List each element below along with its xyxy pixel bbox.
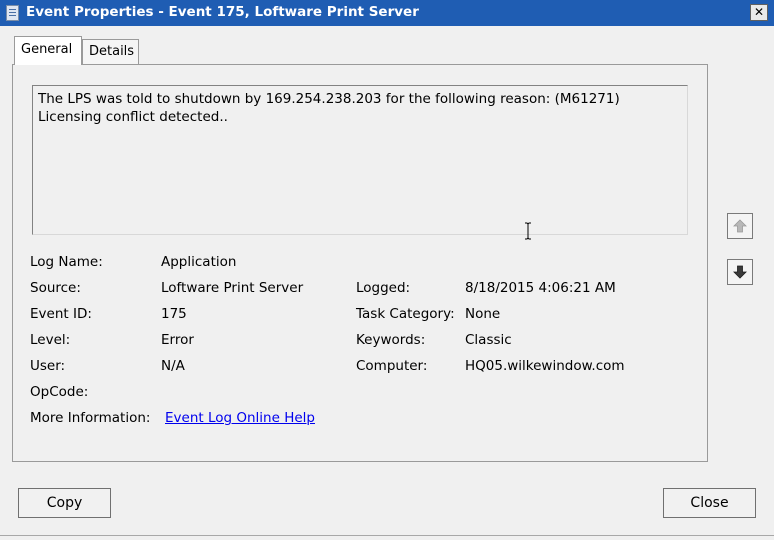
keywords-label: Keywords: bbox=[356, 332, 426, 348]
event-description[interactable]: The LPS was told to shutdown by 169.254.… bbox=[32, 85, 688, 235]
close-button[interactable]: Close bbox=[663, 488, 756, 518]
copy-button[interactable]: Copy bbox=[18, 488, 111, 518]
log-name-label: Log Name: bbox=[30, 254, 103, 270]
source-value: Loftware Print Server bbox=[161, 280, 304, 296]
general-panel: The LPS was told to shutdown by 169.254.… bbox=[12, 64, 708, 462]
arrow-up-icon bbox=[733, 219, 747, 233]
user-label: User: bbox=[30, 358, 66, 374]
window-title: Event Properties - Event 175, Loftware P… bbox=[26, 4, 419, 20]
event-id-value: 175 bbox=[161, 306, 187, 322]
source-label: Source: bbox=[30, 280, 81, 296]
more-information-label: More Information: bbox=[30, 410, 151, 426]
task-category-value: None bbox=[465, 306, 501, 322]
arrow-down-icon bbox=[733, 265, 747, 279]
next-event-button[interactable] bbox=[727, 259, 753, 285]
event-log-online-help-link[interactable]: Event Log Online Help bbox=[165, 410, 315, 426]
task-category-label: Task Category: bbox=[356, 306, 455, 322]
title-bar: Event Properties - Event 175, Loftware P… bbox=[0, 0, 774, 26]
keywords-value: Classic bbox=[465, 332, 512, 348]
tab-general[interactable]: General bbox=[14, 36, 82, 65]
event-viewer-icon bbox=[6, 5, 19, 21]
tab-details[interactable]: Details bbox=[82, 39, 139, 65]
opcode-label: OpCode: bbox=[30, 384, 89, 400]
user-value: N/A bbox=[161, 358, 185, 374]
computer-label: Computer: bbox=[356, 358, 428, 374]
logged-label: Logged: bbox=[356, 280, 411, 296]
level-value: Error bbox=[161, 332, 194, 348]
window-bottom-edge bbox=[0, 535, 774, 536]
computer-value: HQ05.wilkewindow.com bbox=[465, 358, 625, 374]
event-id-label: Event ID: bbox=[30, 306, 92, 322]
level-label: Level: bbox=[30, 332, 71, 348]
previous-event-button[interactable] bbox=[727, 213, 753, 239]
close-window-button[interactable]: ✕ bbox=[750, 4, 768, 21]
log-name-value: Application bbox=[161, 254, 237, 270]
i-beam-cursor-icon bbox=[525, 222, 531, 240]
logged-value: 8/18/2015 4:06:21 AM bbox=[465, 280, 616, 296]
